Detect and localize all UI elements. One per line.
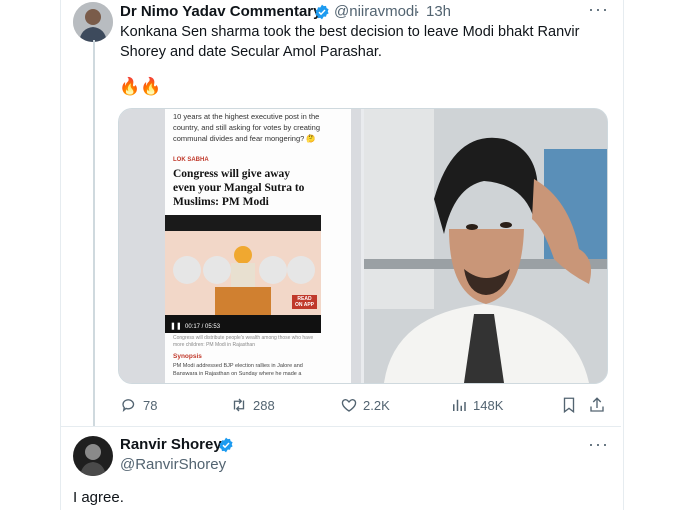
avatar[interactable]	[73, 436, 113, 476]
article-section: LOK SABHA	[173, 157, 209, 163]
article-headline: Congress will give away	[173, 168, 291, 180]
share-button[interactable]	[588, 396, 606, 414]
video-time: 00:17 / 05:53	[185, 324, 221, 330]
media-right-photo[interactable]	[364, 109, 607, 383]
screenshot-text: 10 years at the highest executive post i…	[173, 112, 320, 121]
like-button[interactable]: 2.2K	[340, 396, 390, 414]
thread-line	[93, 40, 95, 426]
play-icon: ❚❚	[170, 323, 182, 330]
synopsis-text: PM Modi addressed BJP election rallies i…	[173, 363, 303, 369]
bookmark-button[interactable]	[560, 396, 578, 414]
screenshot-text: communal divides and fear mongering? 🤔	[173, 134, 316, 143]
share-icon	[590, 397, 604, 412]
view-count: 148K	[473, 397, 504, 413]
article-headline: Muslims: PM Modi	[173, 196, 269, 208]
more-options-icon[interactable]: ···	[588, 0, 609, 20]
article-screenshot: 10 years at the highest executive post i…	[165, 109, 351, 383]
retweet-count: 288	[253, 397, 275, 413]
tweet-text: Konkana Sen sharma took the best decisio…	[120, 22, 610, 62]
tweet-media[interactable]: 10 years at the highest executive post i…	[118, 108, 608, 384]
reply-text: I agree.	[73, 489, 124, 506]
synopsis-text: Banswara in Rajasthan on Sunday where he…	[173, 371, 302, 377]
reply-author-name[interactable]: Ranvir Shorey	[120, 436, 222, 453]
article-caption: Congress will distribute people's wealth…	[173, 335, 314, 348]
video-frame	[165, 215, 321, 333]
read-on-app-badge: READ ON APP	[292, 295, 317, 309]
man-portrait	[364, 109, 607, 383]
bookmark-icon	[563, 397, 575, 414]
reply-author-handle[interactable]: @RanvirShorey	[120, 456, 226, 473]
profile-photo	[73, 2, 113, 42]
tweet-text-line: Konkana Sen sharma took the best decisio…	[120, 24, 580, 40]
badge-text: ON APP	[295, 302, 314, 308]
retweet-button[interactable]: 288	[230, 396, 275, 414]
screenshot-text: country, and still asking for votes by c…	[173, 123, 321, 132]
author-name[interactable]: Dr Nimo Yadav Commentary	[120, 3, 321, 20]
fire-emoji: 🔥🔥	[119, 77, 162, 96]
avatar[interactable]	[73, 2, 113, 42]
more-options-icon[interactable]: ···	[588, 434, 609, 455]
like-count: 2.2K	[363, 397, 390, 413]
views-chart-icon	[453, 399, 466, 411]
media-left-screenshot[interactable]: 10 years at the highest executive post i…	[119, 109, 361, 383]
author-handle[interactable]: @niiravmodi	[334, 3, 418, 20]
reply-count: 78	[143, 397, 158, 413]
verified-badge-icon	[315, 4, 329, 20]
time-separator: ·	[415, 3, 420, 20]
reply-icon	[122, 399, 135, 412]
verified-badge-icon	[219, 437, 233, 453]
tweet-time[interactable]: 13h	[426, 3, 451, 20]
retweet-icon	[233, 398, 245, 412]
reply-button[interactable]: 78	[120, 396, 157, 414]
tweet-divider	[61, 426, 621, 427]
heart-icon	[341, 399, 357, 412]
article-headline: even your Mangal Sutra to	[173, 182, 305, 194]
profile-photo	[73, 436, 113, 476]
tweet-text-line: Shorey and date Secular Amol Parashar.	[120, 44, 382, 60]
synopsis-label: Synopsis	[173, 353, 202, 360]
views-button[interactable]: 148K	[450, 396, 503, 414]
video-player: READ ON APP ❚❚ 00:17 / 05:53	[165, 215, 321, 333]
